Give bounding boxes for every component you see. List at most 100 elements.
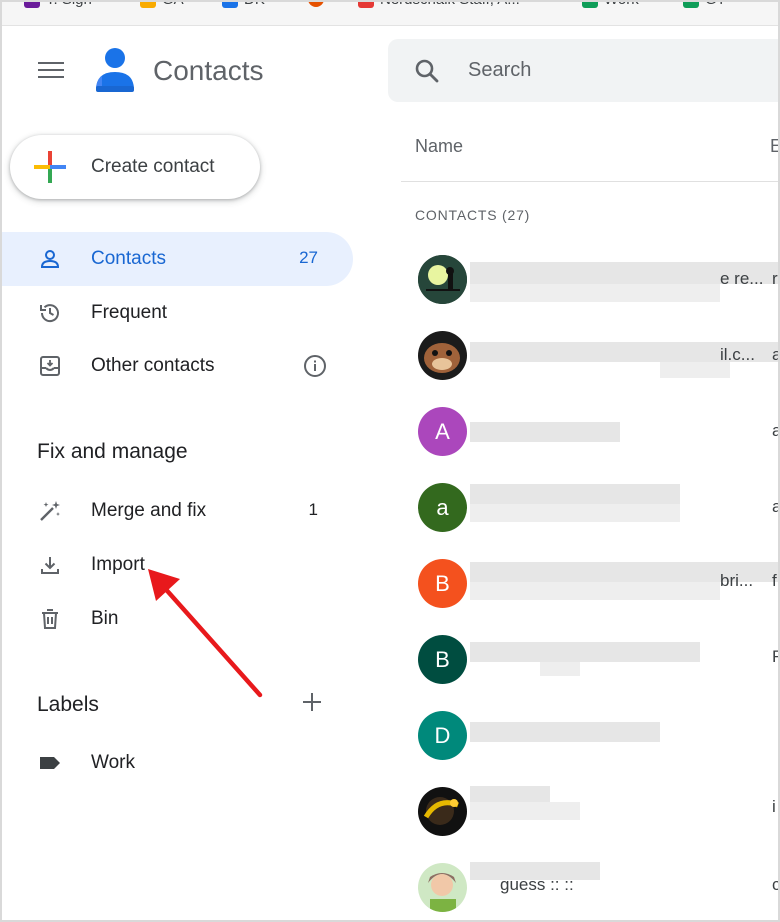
avatar xyxy=(418,255,467,304)
sidebar-item-contacts[interactable]: Contacts 27 xyxy=(0,232,353,286)
bookmark-nerdschalk[interactable]: Nerdschalk Staff, A... xyxy=(358,0,520,8)
fix-manage-title: Fix and manage xyxy=(37,440,188,463)
contact-row[interactable]: B F xyxy=(400,632,780,708)
redacted-detail xyxy=(540,662,580,676)
analytics-icon xyxy=(140,0,156,8)
sidebar-item-label: Other contacts xyxy=(91,355,215,376)
contact-email-edge: a xyxy=(772,345,780,364)
bookmark-label: Work xyxy=(604,0,639,8)
history-icon xyxy=(38,301,62,325)
app-title: Contacts xyxy=(153,55,264,86)
search-icon[interactable] xyxy=(414,58,440,84)
bookmark-work[interactable]: Work xyxy=(582,0,639,8)
column-header-name[interactable]: Name xyxy=(415,136,463,157)
contact-row[interactable]: B bri... f xyxy=(400,556,780,632)
sidebar-item-label: Import xyxy=(91,554,145,575)
bookmark-dk[interactable]: DK xyxy=(222,0,265,8)
contacts-list-heading: CONTACTS (27) xyxy=(415,207,531,223)
bookmarks-bar: T. Sign GA DK Nerdschalk Staff, A... Wor… xyxy=(0,0,780,26)
redacted-detail xyxy=(470,802,580,820)
contact-email-edge: F xyxy=(772,647,780,666)
person-icon xyxy=(38,247,62,271)
redacted-name xyxy=(470,484,680,504)
contact-row[interactable]: il.c... a xyxy=(400,328,780,404)
contacts-count: 27 xyxy=(299,248,318,267)
contacts-logo-icon xyxy=(94,46,136,94)
bookmark-icon xyxy=(24,0,40,8)
sidebar-item-label: Work xyxy=(91,752,135,773)
reddit-icon xyxy=(308,0,324,7)
sidebar-item-label: Frequent xyxy=(91,302,168,323)
colorful-plus-icon xyxy=(34,151,66,183)
sheets-icon xyxy=(683,0,699,8)
column-header-email[interactable]: E xyxy=(770,136,780,157)
labels-title: Labels xyxy=(37,693,99,716)
contact-text: guess :: :: xyxy=(500,875,574,894)
avatar: B xyxy=(418,635,467,684)
header-divider xyxy=(401,181,780,182)
contact-text: bri... xyxy=(720,571,754,590)
sidebar-item-label-work[interactable]: Work xyxy=(0,736,353,790)
search-bar[interactable] xyxy=(388,39,780,102)
bookmark-t-sign[interactable]: T. Sign xyxy=(24,0,92,8)
avatar xyxy=(418,331,467,380)
sidebar-item-merge-fix[interactable]: Merge and fix 1 xyxy=(0,484,353,538)
sidebar-item-label: Merge and fix xyxy=(91,500,207,521)
sidebar-item-label: Contacts xyxy=(91,248,166,269)
label-tag-icon xyxy=(38,751,62,775)
contact-email-edge: a xyxy=(772,497,780,516)
search-input[interactable] xyxy=(468,55,768,85)
contact-email-edge: c xyxy=(772,875,780,894)
sidebar-item-frequent[interactable]: Frequent xyxy=(0,286,353,340)
bookmark-label: GT xyxy=(705,0,726,8)
create-contact-label: Create contact xyxy=(91,156,215,177)
contact-email-edge: i xyxy=(772,797,776,816)
contact-text: e re... xyxy=(720,269,764,288)
archive-icon xyxy=(38,354,62,378)
bookmark-label: Nerdschalk Staff, A... xyxy=(380,0,520,8)
contact-email-edge: a xyxy=(772,421,780,440)
contact-email-edge: f xyxy=(772,571,777,590)
create-contact-button[interactable]: Create contact xyxy=(10,135,260,199)
bookmark-ga[interactable]: GA xyxy=(140,0,184,8)
play-icon xyxy=(222,0,238,8)
avatar: A xyxy=(418,407,467,456)
avatar-initial: A xyxy=(435,418,450,444)
contact-email-edge: r xyxy=(772,269,778,288)
merge-count: 1 xyxy=(308,500,318,519)
download-icon xyxy=(38,553,62,577)
avatar: B xyxy=(418,559,467,608)
avatar-initial: B xyxy=(435,570,450,596)
bookmark-reddit[interactable] xyxy=(308,0,330,7)
add-label-plus-icon[interactable] xyxy=(301,691,323,713)
contact-row[interactable]: e re... r xyxy=(400,252,780,328)
contact-text: il.c... xyxy=(720,345,755,364)
sidebar-item-other-contacts[interactable]: Other contacts xyxy=(0,339,353,393)
avatar-initial: B xyxy=(435,646,450,672)
redacted-detail xyxy=(470,504,680,522)
magic-wand-icon xyxy=(38,499,62,523)
redacted-name xyxy=(470,422,620,442)
redacted-detail xyxy=(470,284,720,302)
bookmark-label: T. Sign xyxy=(46,0,92,8)
bookmark-label: GA xyxy=(162,0,184,8)
sheets-icon xyxy=(582,0,598,8)
sidebar-item-label: Bin xyxy=(91,608,119,629)
contact-row[interactable]: a a xyxy=(400,480,780,556)
bookmark-gt[interactable]: GT xyxy=(683,0,726,8)
avatar: D xyxy=(418,711,467,760)
contact-row[interactable]: D xyxy=(400,708,780,784)
avatar-initial: a xyxy=(436,494,449,520)
info-icon[interactable] xyxy=(303,354,327,378)
avatar: a xyxy=(418,483,467,532)
annotation-arrow xyxy=(148,569,263,698)
avatar-initial: D xyxy=(434,722,451,748)
contact-row[interactable]: guess :: :: c xyxy=(400,860,780,922)
main-menu-icon[interactable] xyxy=(38,62,64,80)
contact-row[interactable]: A a xyxy=(400,404,780,480)
redacted-name xyxy=(470,722,660,742)
bookmark-label: DK xyxy=(244,0,265,8)
avatar xyxy=(418,863,467,912)
contact-row[interactable]: i xyxy=(400,784,780,860)
redacted-detail xyxy=(470,582,720,600)
